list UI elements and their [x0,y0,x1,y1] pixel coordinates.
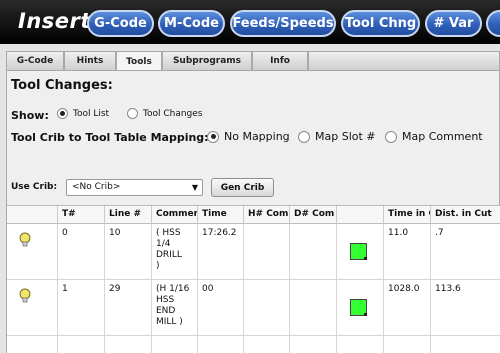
tab-gcode[interactable]: G-Code [6,51,64,70]
column-header-color [337,206,384,224]
table-empty-cell [7,336,58,353]
table-cell-h-comp [244,224,290,280]
gen-crib-button[interactable]: Gen Crib [211,178,274,197]
crib-select-value: <No Crib> [72,182,121,192]
table-cell-time-in-cut: 11.0 [384,224,431,280]
tab-tools[interactable]: Tools [116,51,162,71]
map-comment-option[interactable]: Map Comment [385,130,483,143]
map-comment-radio[interactable] [385,130,397,143]
table-cell-color [337,224,384,280]
table-cell-time: 00 [198,280,244,336]
table-empty-cell [58,336,105,353]
no-mapping-label: No Mapping [224,130,290,143]
table-empty-cell [198,336,244,353]
column-header-time-in-cut: Time in Cut [384,206,431,224]
section-title: Tool Changes: [11,78,113,93]
column-header-status [7,206,58,224]
tool-color-swatch[interactable] [350,243,367,260]
no-mapping-radio[interactable] [207,130,219,143]
tab-subprograms[interactable]: Subprograms [162,51,252,70]
mapping-label: Tool Crib to Tool Table Mapping: [11,131,209,144]
use-crib-label: Use Crib: [11,182,58,192]
column-header-time: Time [198,206,244,224]
tab-bar-filler [308,51,500,70]
table-empty-cell [431,336,500,353]
insert-tool-change-button[interactable]: Tool Chng [341,10,420,37]
tool-table: T# Line # Comment Time H# Com D# Com Tim… [7,205,500,353]
column-header-comment: Comment [152,206,198,224]
tab-info[interactable]: Info [252,51,308,70]
table-cell-tool-number: 0 [58,224,105,280]
column-header-dist-in-cut: Dist. in Cut [431,206,500,224]
panel-tabs: G-Code Hints Tools Subprograms Info [6,51,500,71]
table-cell-d-comp [290,224,337,280]
column-header-tool-number: T# [58,206,105,224]
table-cell-color [337,280,384,336]
tab-hints[interactable]: Hints [64,51,116,70]
insert-more-button[interactable] [486,10,500,37]
table-cell-d-comp [290,280,337,336]
insert-feeds-speeds-button[interactable]: Feeds/Speeds [230,10,336,37]
insert-variable-button[interactable]: # Var [425,10,482,37]
chevron-down-icon: ▼ [191,183,198,192]
show-tool-changes-option[interactable]: Tool Changes [127,108,203,119]
table-cell-line-number: 29 [105,280,152,336]
show-tool-list-option[interactable]: Tool List [57,108,109,119]
show-label: Show: [11,109,49,122]
table-cell-line-number: 10 [105,224,152,280]
tools-tab-content: Tool Changes: Show: Tool List Tool Chang… [6,70,500,353]
table-cell-comment: (H 1/16 HSS END MILL ) [152,280,198,336]
tool-color-swatch[interactable] [350,299,367,316]
lightbulb-icon[interactable] [19,232,31,248]
crib-select[interactable]: <No Crib> ▼ [66,179,203,196]
side-panel: G-Code Hints Tools Subprograms Info Tool… [0,44,500,353]
column-header-d-comp: D# Com [290,206,337,224]
no-mapping-option[interactable]: No Mapping [207,130,290,143]
insert-mcode-button[interactable]: M-Code [158,10,225,37]
table-cell-h-comp [244,280,290,336]
table-empty-cell [337,336,384,353]
show-tool-changes-label: Tool Changes [143,108,203,119]
table-cell-dist-in-cut: 113.6 [431,280,500,336]
table-empty-cell [384,336,431,353]
table-row-status-cell [7,224,58,280]
table-cell-tool-number: 1 [58,280,105,336]
table-cell-comment: ( HSS 1/4 DRILL ) [152,224,198,280]
map-comment-label: Map Comment [402,130,483,143]
map-slot-radio[interactable] [298,130,310,143]
show-tool-list-label: Tool List [73,108,110,119]
table-empty-cell [290,336,337,353]
table-empty-cell [105,336,152,353]
map-slot-label: Map Slot # [315,130,376,143]
table-cell-dist-in-cut: .7 [431,224,500,280]
table-empty-cell [152,336,198,353]
show-tool-list-radio[interactable] [57,108,68,119]
table-empty-cell [244,336,290,353]
insert-toolbar: Insert: G-Code M-Code Feeds/Speeds Tool … [0,0,500,44]
table-row-status-cell [7,280,58,336]
insert-gcode-button[interactable]: G-Code [87,10,154,37]
column-header-h-comp: H# Com [244,206,290,224]
table-cell-time-in-cut: 1028.0 [384,280,431,336]
column-header-line-number: Line # [105,206,152,224]
lightbulb-icon[interactable] [19,288,31,304]
map-slot-option[interactable]: Map Slot # [298,130,376,143]
table-cell-time: 17:26.2 [198,224,244,280]
show-tool-changes-radio[interactable] [127,108,138,119]
